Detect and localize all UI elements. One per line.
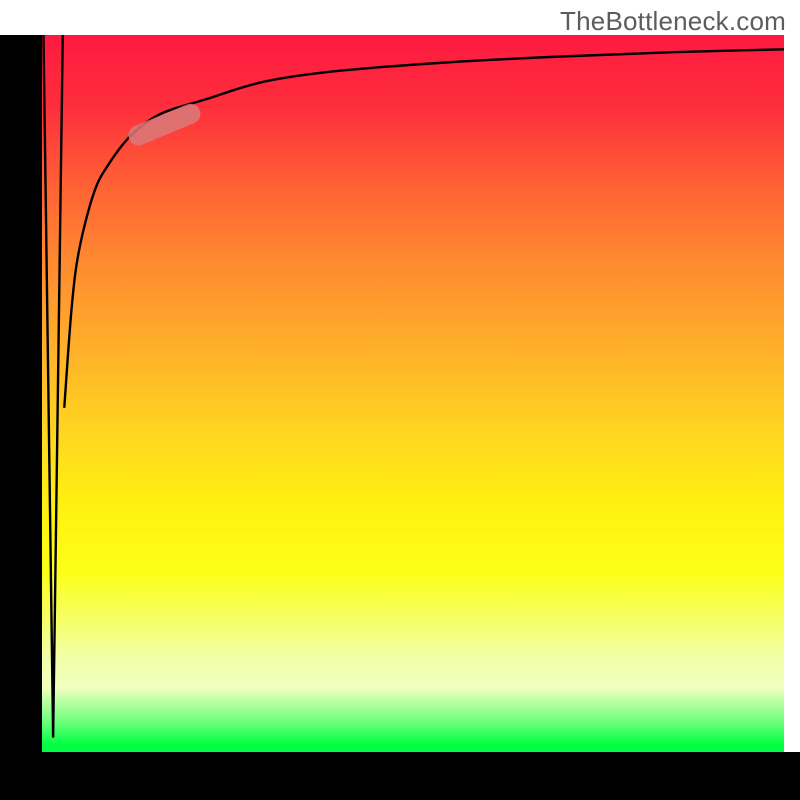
curve-layer <box>42 35 784 752</box>
chart-container: TheBottleneck.com <box>0 0 800 800</box>
dip-line <box>43 35 62 738</box>
watermark-text: TheBottleneck.com <box>560 6 786 37</box>
bottleneck-curve <box>64 49 784 408</box>
x-axis-bar <box>0 752 800 800</box>
highlight-marker <box>138 114 190 136</box>
y-axis-bar <box>0 35 42 755</box>
